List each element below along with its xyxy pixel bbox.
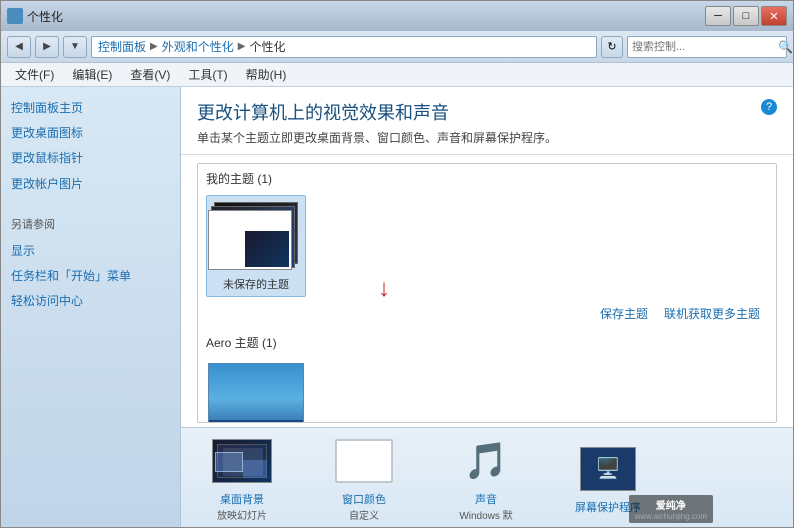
path-controlpanel[interactable]: 控制面板 — [98, 38, 146, 55]
sidebar-display[interactable]: 显示 — [11, 242, 170, 261]
help-icon[interactable]: ? — [761, 99, 777, 115]
dropdown-button[interactable]: ▼ — [63, 36, 87, 58]
path-sep2: ▶ — [238, 41, 246, 52]
see-also-label: 另请参阅 — [11, 216, 170, 232]
desktop-bg-label[interactable]: 桌面背景 — [220, 491, 264, 507]
sidebar-controlpanel-home[interactable]: 控制面板主页 — [11, 99, 170, 118]
address-path: 控制面板 ▶ 外观和个性化 ▶ 个性化 — [91, 36, 597, 58]
window-title: 个性化 — [27, 8, 63, 25]
menu-view[interactable]: 查看(V) — [122, 64, 178, 85]
window-color-thumbnail — [335, 439, 393, 483]
search-icon[interactable]: 🔍 — [778, 40, 793, 54]
content-description: 单击某个主题立即更改桌面背景、窗口颜色、声音和屏幕保护程序。 — [197, 129, 777, 146]
my-themes-label: 我的主题 (1) — [198, 164, 776, 191]
aero-label: Aero 主题 (1) — [198, 328, 776, 355]
search-box: 🔍 — [627, 36, 787, 58]
title-bar-left: 个性化 — [7, 8, 63, 25]
sidebar: 控制面板主页 更改桌面图标 更改鼠标指针 更改帐户图片 另请参阅 显示 任务栏和… — [1, 87, 181, 527]
theme-actions-row: ↓ 保存主题 联机获取更多主题 — [198, 305, 776, 326]
screensaver-thumbnail: 🖥️ — [580, 447, 636, 491]
theme-panel[interactable]: 我的主题 (1) 未保存的主题 — [197, 163, 777, 423]
aero-grid — [198, 355, 776, 423]
sound-sublabel: Windows 默 — [459, 507, 512, 522]
watermark-url: www.aichunjing.com — [635, 512, 707, 521]
bottom-item-desktop-bg[interactable]: 桌面背景 放映幻灯片 — [197, 433, 287, 522]
unsaved-theme-label: 未保存的主题 — [223, 276, 289, 292]
online-theme-link[interactable]: 联机获取更多主题 — [664, 305, 760, 322]
window-color-label[interactable]: 窗口颜色 — [342, 491, 386, 507]
search-input[interactable] — [632, 41, 774, 53]
back-button[interactable]: ◀ — [7, 36, 31, 58]
forward-button[interactable]: ▶ — [35, 36, 59, 58]
path-current: 个性化 — [249, 38, 285, 55]
bottom-item-screensaver[interactable]: 🖥️ 屏幕保护程序 爱纯净 www.aichunjing.com — [563, 441, 653, 515]
aero-thumbnail — [208, 363, 304, 423]
sidebar-change-mouse-pointer[interactable]: 更改鼠标指针 — [11, 149, 170, 168]
theme-grid: 未保存的主题 — [198, 191, 776, 305]
sidebar-change-desktop-icons[interactable]: 更改桌面图标 — [11, 124, 170, 143]
watermark-brand: 爱纯净 — [635, 497, 707, 512]
theme-area: 我的主题 (1) 未保存的主题 — [181, 155, 793, 427]
screensaver-icon-container: 🖥️ — [576, 441, 640, 497]
desktop-bg-icon — [210, 433, 274, 489]
content-title: 更改计算机上的视觉效果和声音 — [197, 99, 777, 125]
refresh-button[interactable]: ↻ — [601, 36, 623, 58]
menu-help[interactable]: 帮助(H) — [238, 64, 295, 85]
menu-tools[interactable]: 工具(T) — [180, 64, 235, 85]
content-header: ? 更改计算机上的视觉效果和声音 单击某个主题立即更改桌面背景、窗口颜色、声音和… — [181, 87, 793, 155]
sound-icon: 🎵 — [464, 440, 509, 482]
bottom-bar: 桌面背景 放映幻灯片 窗口颜色 自定义 🎵 声音 — [181, 427, 793, 527]
sidebar-change-account-picture[interactable]: 更改帐户图片 — [11, 175, 170, 194]
monitor-icon: 🖥️ — [596, 456, 621, 481]
sidebar-taskbar[interactable]: 任务栏和「开始」菜单 — [11, 267, 170, 286]
window-icon — [7, 8, 23, 24]
title-bar: 个性化 ─ □ ✕ — [1, 1, 793, 31]
main-area: 控制面板主页 更改桌面图标 更改鼠标指针 更改帐户图片 另请参阅 显示 任务栏和… — [1, 87, 793, 527]
unsaved-theme-item[interactable]: 未保存的主题 — [206, 195, 306, 297]
thumb-inner — [245, 231, 289, 267]
sound-label[interactable]: 声音 — [475, 491, 497, 507]
menu-edit[interactable]: 编辑(E) — [64, 64, 120, 85]
close-button[interactable]: ✕ — [761, 6, 787, 26]
bottom-item-window-color[interactable]: 窗口颜色 自定义 — [319, 433, 409, 522]
menu-file[interactable]: 文件(F) — [7, 64, 62, 85]
thumb-front — [208, 210, 292, 270]
path-sep1: ▶ — [150, 41, 158, 52]
save-theme-link[interactable]: 保存主题 — [600, 305, 648, 322]
path-appearance[interactable]: 外观和个性化 — [162, 38, 234, 55]
main-window: 个性化 ─ □ ✕ ◀ ▶ ▼ 控制面板 ▶ 外观和个性化 ▶ 个性化 ↻ 🔍 … — [0, 0, 794, 528]
address-bar: ◀ ▶ ▼ 控制面板 ▶ 外观和个性化 ▶ 个性化 ↻ 🔍 — [1, 31, 793, 63]
window-color-sublabel: 自定义 — [349, 507, 379, 522]
aero-thumb-bar — [209, 420, 303, 423]
arrow-indicator: ↓ — [378, 275, 390, 303]
menu-bar: 文件(F) 编辑(E) 查看(V) 工具(T) 帮助(H) — [1, 63, 793, 87]
address-right: ↻ 🔍 — [601, 36, 787, 58]
desktop-bg-thumbnail — [212, 439, 272, 483]
desktop-bg-sublabel: 放映幻灯片 — [217, 507, 267, 522]
sidebar-accessibility[interactable]: 轻松访问中心 — [11, 292, 170, 311]
minimize-button[interactable]: ─ — [705, 6, 731, 26]
window-color-icon-container — [332, 433, 396, 489]
bottom-item-sound[interactable]: 🎵 声音 Windows 默 — [441, 433, 531, 522]
maximize-button[interactable]: □ — [733, 6, 759, 26]
aero-section: Aero 主题 (1) — [198, 328, 776, 423]
sound-icon-container: 🎵 — [454, 433, 518, 489]
watermark: 爱纯净 www.aichunjing.com — [629, 495, 713, 523]
title-bar-controls: ─ □ ✕ — [705, 6, 787, 26]
unsaved-theme-thumbnail — [208, 200, 304, 272]
aero-theme-item[interactable] — [206, 359, 306, 423]
content-area: ? 更改计算机上的视觉效果和声音 单击某个主题立即更改桌面背景、窗口颜色、声音和… — [181, 87, 793, 527]
